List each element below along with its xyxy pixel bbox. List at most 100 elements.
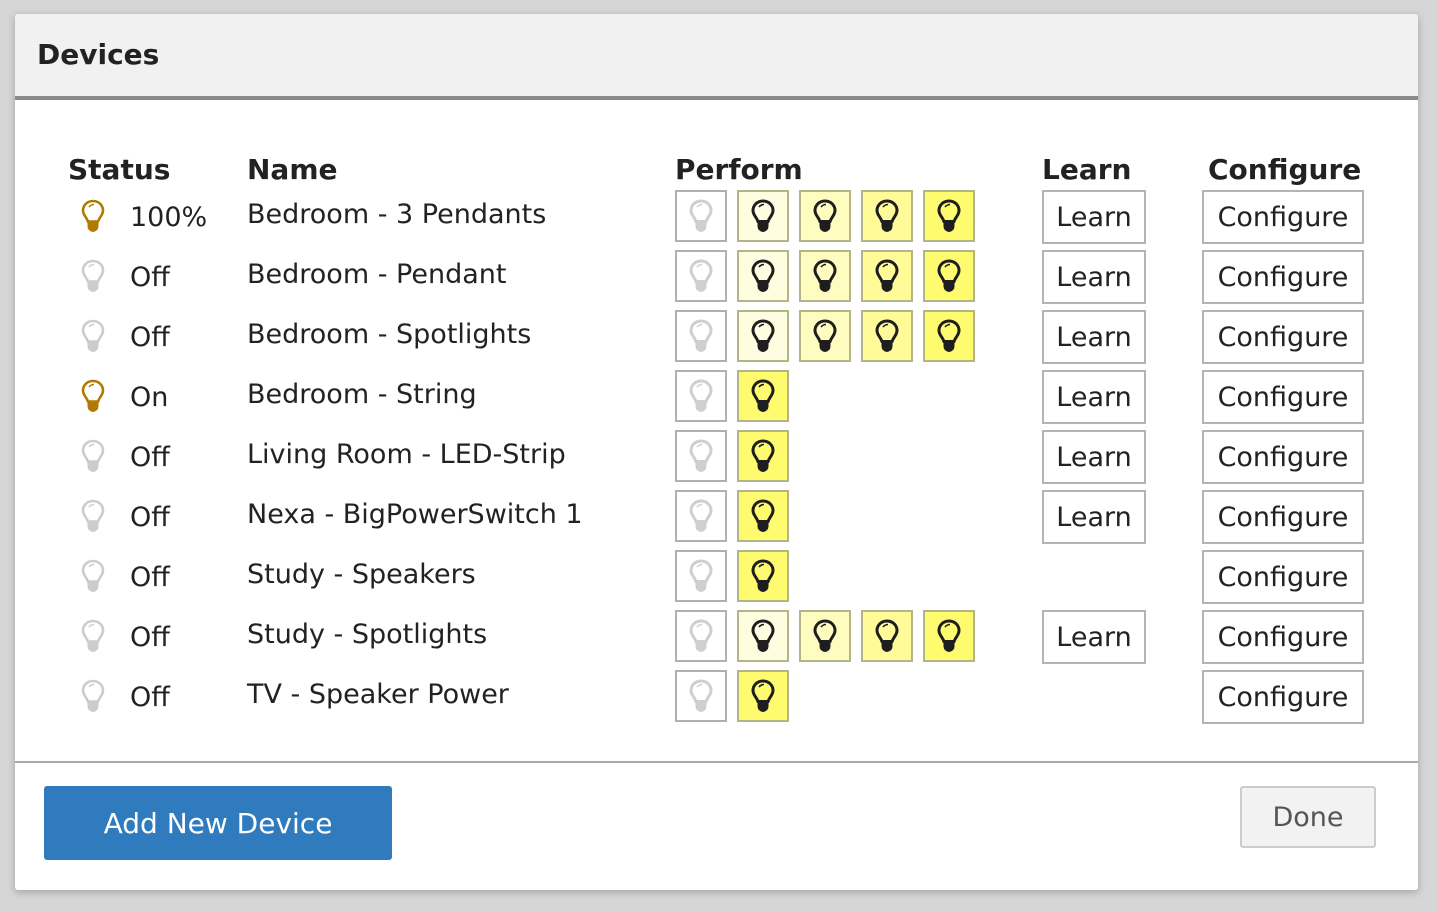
bulb-off-icon: [688, 678, 714, 714]
bulb-on-icon: [874, 618, 900, 654]
learn-button[interactable]: Learn: [1042, 250, 1146, 304]
device-row: Off Study - Spotlights Learn Configure: [15, 610, 1418, 670]
footer-divider: [15, 761, 1418, 763]
bulb-on-icon: [750, 618, 776, 654]
turn-off-button[interactable]: [675, 190, 727, 242]
status-text: Off: [130, 262, 170, 293]
dim-level-2-button[interactable]: [799, 310, 851, 362]
configure-button[interactable]: Configure: [1202, 610, 1364, 664]
bulb-off-icon: [688, 498, 714, 534]
status-text: Off: [130, 322, 170, 353]
column-header-learn: Learn: [1042, 153, 1132, 186]
turn-on-button[interactable]: [737, 430, 789, 482]
dim-level-4-button[interactable]: [923, 610, 975, 662]
learn-button[interactable]: Learn: [1042, 610, 1146, 664]
dim-level-1-button[interactable]: [737, 610, 789, 662]
bulb-on-icon: [750, 498, 776, 534]
bulb-on-icon: [750, 678, 776, 714]
bulb-on-icon: [812, 258, 838, 294]
configure-button[interactable]: Configure: [1202, 670, 1364, 724]
device-row: On Bedroom - String Learn Configure: [15, 370, 1418, 430]
device-name: TV - Speaker Power: [247, 679, 509, 710]
turn-off-button[interactable]: [675, 370, 727, 422]
turn-off-button[interactable]: [675, 670, 727, 722]
turn-off-button[interactable]: [675, 610, 727, 662]
column-header-perform: Perform: [675, 153, 803, 186]
dim-level-1-button[interactable]: [737, 310, 789, 362]
status-text: Off: [130, 622, 170, 653]
bulb-off-icon: [80, 498, 106, 534]
dim-level-4-button[interactable]: [923, 310, 975, 362]
device-name: Study - Spotlights: [247, 619, 488, 650]
dim-level-3-button[interactable]: [861, 250, 913, 302]
bulb-off-icon: [688, 258, 714, 294]
add-new-device-button[interactable]: Add New Device: [44, 786, 392, 860]
device-name: Living Room - LED-Strip: [247, 439, 566, 470]
device-name: Nexa - BigPowerSwitch 1: [247, 499, 583, 530]
turn-off-button[interactable]: [675, 430, 727, 482]
status-text: 100%: [130, 202, 208, 233]
bulb-off-icon: [688, 618, 714, 654]
configure-button[interactable]: Configure: [1202, 430, 1364, 484]
turn-off-button[interactable]: [675, 550, 727, 602]
configure-button[interactable]: Configure: [1202, 250, 1364, 304]
bulb-off-icon: [688, 438, 714, 474]
bulb-on-icon: [80, 198, 106, 234]
learn-button[interactable]: Learn: [1042, 370, 1146, 424]
dim-level-3-button[interactable]: [861, 190, 913, 242]
status-text: Off: [130, 682, 170, 713]
turn-on-button[interactable]: [737, 550, 789, 602]
dim-level-2-button[interactable]: [799, 250, 851, 302]
device-row: Off Bedroom - Spotlights Learn Configure: [15, 310, 1418, 370]
configure-button[interactable]: Configure: [1202, 190, 1364, 244]
status-text: Off: [130, 562, 170, 593]
bulb-on-icon: [936, 198, 962, 234]
bulb-on-icon: [750, 438, 776, 474]
bulb-off-icon: [80, 318, 106, 354]
bulb-on-icon: [874, 318, 900, 354]
turn-off-button[interactable]: [675, 490, 727, 542]
turn-off-button[interactable]: [675, 310, 727, 362]
bulb-on-icon: [874, 198, 900, 234]
turn-on-button[interactable]: [737, 490, 789, 542]
bulb-on-icon: [936, 618, 962, 654]
device-name: Study - Speakers: [247, 559, 476, 590]
bulb-off-icon: [80, 678, 106, 714]
dim-level-4-button[interactable]: [923, 190, 975, 242]
dialog-title: Devices: [37, 38, 160, 71]
device-name: Bedroom - 3 Pendants: [247, 199, 547, 230]
bulb-on-icon: [80, 378, 106, 414]
turn-on-button[interactable]: [737, 670, 789, 722]
bulb-off-icon: [688, 378, 714, 414]
done-button[interactable]: Done: [1240, 786, 1376, 848]
learn-button[interactable]: Learn: [1042, 190, 1146, 244]
configure-button[interactable]: Configure: [1202, 550, 1364, 604]
dim-level-1-button[interactable]: [737, 250, 789, 302]
dim-level-1-button[interactable]: [737, 190, 789, 242]
turn-on-button[interactable]: [737, 370, 789, 422]
bulb-off-icon: [80, 258, 106, 294]
bulb-on-icon: [812, 198, 838, 234]
learn-button[interactable]: Learn: [1042, 310, 1146, 364]
column-header-name: Name: [247, 153, 338, 186]
dim-level-3-button[interactable]: [861, 610, 913, 662]
dim-level-3-button[interactable]: [861, 310, 913, 362]
bulb-off-icon: [688, 198, 714, 234]
bulb-on-icon: [812, 618, 838, 654]
learn-button[interactable]: Learn: [1042, 430, 1146, 484]
configure-button[interactable]: Configure: [1202, 490, 1364, 544]
dim-level-2-button[interactable]: [799, 610, 851, 662]
bulb-on-icon: [750, 318, 776, 354]
bulb-off-icon: [688, 558, 714, 594]
bulb-on-icon: [750, 198, 776, 234]
device-name: Bedroom - Pendant: [247, 259, 507, 290]
bulb-on-icon: [750, 558, 776, 594]
dim-level-2-button[interactable]: [799, 190, 851, 242]
configure-button[interactable]: Configure: [1202, 370, 1364, 424]
bulb-on-icon: [812, 318, 838, 354]
learn-button[interactable]: Learn: [1042, 490, 1146, 544]
turn-off-button[interactable]: [675, 250, 727, 302]
configure-button[interactable]: Configure: [1202, 310, 1364, 364]
bulb-on-icon: [936, 258, 962, 294]
dim-level-4-button[interactable]: [923, 250, 975, 302]
